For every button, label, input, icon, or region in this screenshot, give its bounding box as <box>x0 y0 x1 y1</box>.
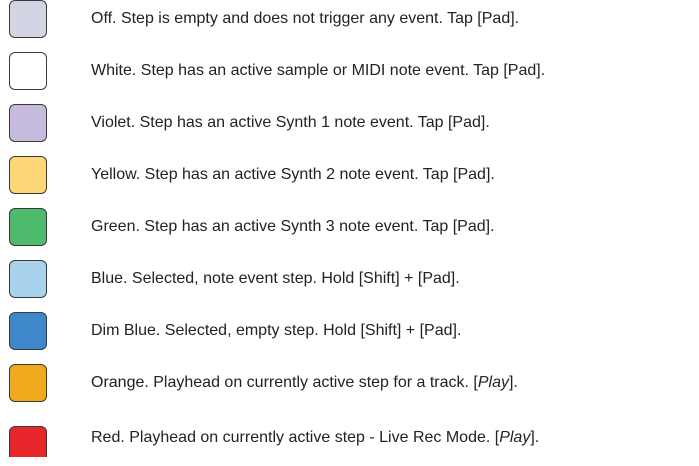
legend-label-off: Off. Step is empty and does not trigger … <box>91 10 520 27</box>
legend-row-violet: Violet. Step has an active Synth 1 note … <box>0 104 699 144</box>
legend-label-orange-end: ]. <box>508 374 518 391</box>
legend-label-orange-play: Play <box>477 374 509 391</box>
red-swatch-icon <box>9 426 47 457</box>
legend-label-red-end: ]. <box>530 429 540 446</box>
legend-label-dim-blue: Dim Blue. Selected, empty step. Hold [Sh… <box>91 322 462 339</box>
green-swatch-icon <box>9 208 47 246</box>
legend-label-red: Red. Playhead on currently active step -… <box>91 428 539 448</box>
white-swatch-icon <box>9 52 47 90</box>
legend-label-orange-text: Orange. Playhead on currently active ste… <box>91 374 478 391</box>
violet-swatch-icon <box>9 104 47 142</box>
legend-label-red-text: Red. Playhead on currently active step -… <box>91 429 500 446</box>
orange-swatch-icon <box>9 364 47 402</box>
legend-label-orange: Orange. Playhead on currently active ste… <box>91 373 518 393</box>
dim-blue-swatch-icon <box>9 312 47 350</box>
legend-label-yellow: Yellow. Step has an active Synth 2 note … <box>91 166 495 183</box>
legend-row-blue: Blue. Selected, note event step. Hold [S… <box>0 260 699 300</box>
legend-row-yellow: Yellow. Step has an active Synth 2 note … <box>0 156 699 196</box>
legend-label-violet: Violet. Step has an active Synth 1 note … <box>91 114 490 131</box>
legend-row-red: Red. Playhead on currently active step -… <box>0 426 699 466</box>
legend-row-off: Off. Step is empty and does not trigger … <box>0 0 699 40</box>
legend-label-green: Green. Step has an active Synth 3 note e… <box>91 218 495 235</box>
off-swatch-icon <box>9 0 47 38</box>
legend-row-white: White. Step has an active sample or MIDI… <box>0 52 699 92</box>
legend-label-blue: Blue. Selected, note event step. Hold [S… <box>91 270 460 287</box>
yellow-swatch-icon <box>9 156 47 194</box>
legend-row-green: Green. Step has an active Synth 3 note e… <box>0 208 699 248</box>
blue-swatch-icon <box>9 260 47 298</box>
legend-row-dim-blue: Dim Blue. Selected, empty step. Hold [Sh… <box>0 312 699 352</box>
color-legend: Off. Step is empty and does not trigger … <box>0 0 699 457</box>
legend-label-white: White. Step has an active sample or MIDI… <box>91 62 546 79</box>
legend-row-orange: Orange. Playhead on currently active ste… <box>0 364 699 404</box>
legend-label-red-play: Play <box>499 429 531 446</box>
